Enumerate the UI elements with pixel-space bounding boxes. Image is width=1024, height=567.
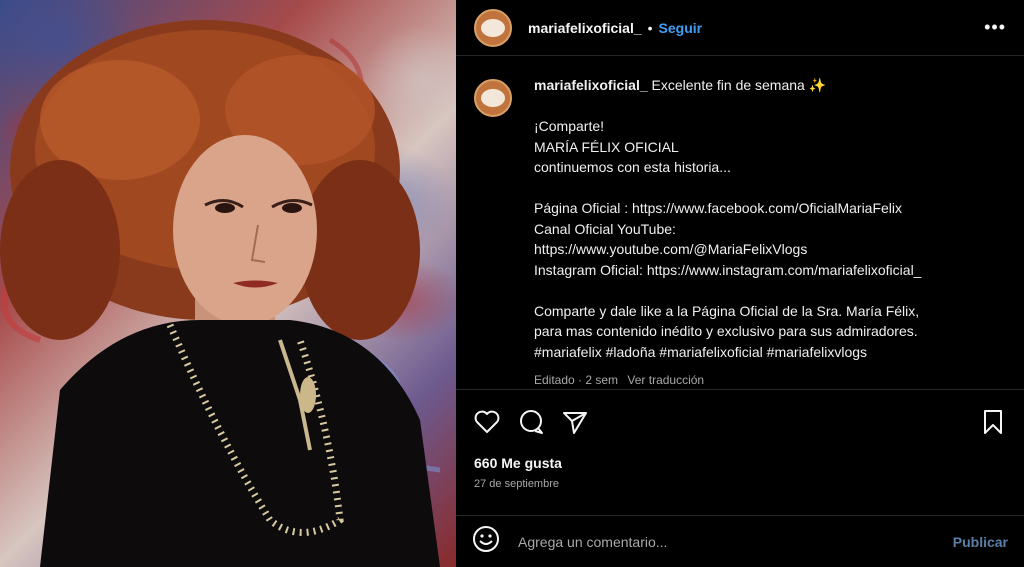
follow-button[interactable]: Seguir <box>659 20 703 36</box>
caption-line: ¡Comparte! <box>534 118 605 134</box>
separator-dot: • <box>647 19 653 36</box>
caption-first-line: Excelente fin de semana ✨ <box>651 77 827 93</box>
bookmark-icon[interactable] <box>978 407 1008 437</box>
header-username[interactable]: mariafelixoficial_ <box>528 20 642 36</box>
post-photo[interactable] <box>0 0 456 567</box>
caption-line: Instagram Oficial: https://www.instagram… <box>534 261 922 278</box>
likes-count[interactable]: 660 Me gusta <box>474 455 562 471</box>
caption-line: Página Oficial : https://www.facebook.co… <box>534 200 903 216</box>
caption-avatar[interactable] <box>474 79 512 117</box>
caption-area: mariafelixoficial_ Excelente fin de sema… <box>456 57 1024 389</box>
caption-line: continuemos con esta historia... <box>534 159 731 175</box>
post-panel: mariafelixoficial_ • Seguir ••• mariafel… <box>456 0 1024 567</box>
caption-line: MARÍA FÉLIX OFICIAL <box>534 138 679 155</box>
caption-line: Comparte y dale like a la Página Oficial… <box>534 302 920 319</box>
caption-username[interactable]: mariafelixoficial_ <box>534 77 648 93</box>
edited-label: Editado · 2 sem <box>534 373 619 387</box>
caption-line: https://www.youtube.com/@MariaFelixVlogs <box>534 241 808 257</box>
heart-icon[interactable] <box>472 407 502 437</box>
publish-button[interactable]: Publicar <box>953 534 1008 550</box>
post-header: mariafelixoficial_ • Seguir ••• <box>456 0 1024 56</box>
translate-link[interactable]: Ver traducción <box>627 373 704 387</box>
caption-text: mariafelixoficial_ Excelente fin de sema… <box>534 75 921 389</box>
caption-line: Canal Oficial YouTube: <box>534 220 676 237</box>
more-options-icon[interactable]: ••• <box>984 17 1006 38</box>
emoji-icon[interactable] <box>472 525 500 558</box>
share-icon[interactable] <box>560 407 590 437</box>
caption-line: para mas contenido inédito y exclusivo p… <box>534 323 918 339</box>
caption-meta: Editado · 2 sem Ver traducción <box>534 370 921 389</box>
post-actions <box>456 389 1024 453</box>
comment-input[interactable] <box>518 533 953 550</box>
avatar[interactable] <box>474 8 512 47</box>
comment-icon[interactable] <box>516 407 546 437</box>
comment-bar: Publicar <box>456 515 1024 567</box>
post-date: 27 de septiembre <box>474 478 559 490</box>
portrait-illustration <box>0 20 441 567</box>
caption-hashtags[interactable]: #mariafelix #ladoña #mariafelixoficial #… <box>534 342 921 363</box>
